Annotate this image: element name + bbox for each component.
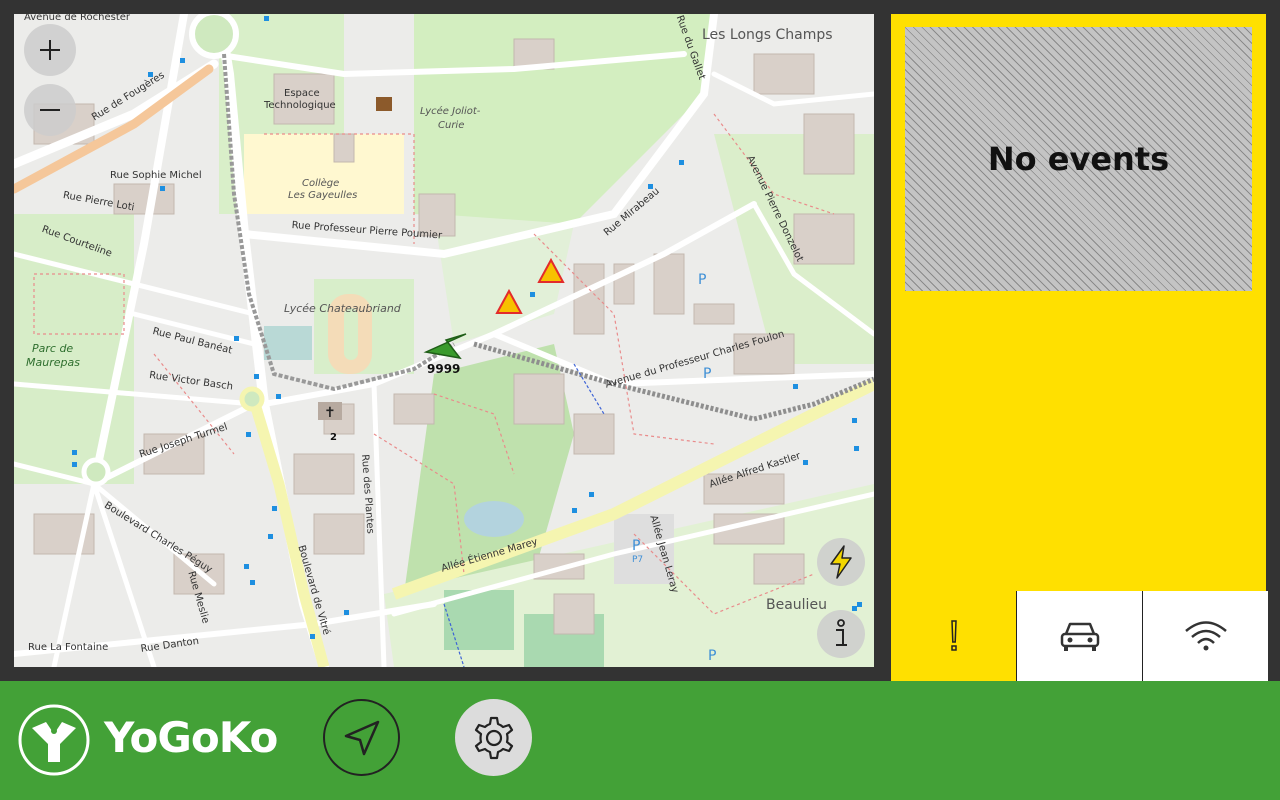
svg-text:P: P [703, 366, 711, 382]
info-button[interactable] [817, 610, 865, 658]
alert-button[interactable] [891, 591, 1016, 681]
navigation-button[interactable] [323, 699, 400, 776]
events-panel: No events [891, 14, 1266, 591]
bottom-bar: YoGoKo [0, 681, 1280, 800]
navigation-arrow-icon [344, 720, 379, 755]
svg-text:P: P [698, 272, 706, 288]
wifi-button[interactable] [1143, 591, 1268, 681]
svg-text:✝: ✝ [324, 405, 336, 421]
settings-button[interactable] [455, 699, 532, 776]
plus-icon [40, 40, 60, 60]
events-list: No events [905, 27, 1252, 291]
exclamation-icon [950, 620, 957, 651]
app-window: P P P P P7 ✝ Avenue de Rochester Rue de … [0, 0, 1280, 800]
map-view[interactable]: P P P P P7 ✝ Avenue de Rochester Rue de … [14, 14, 874, 667]
flash-button[interactable] [817, 538, 865, 586]
yogoko-logo-icon [18, 704, 90, 776]
lightning-icon [830, 545, 852, 579]
vehicle-id-label: 9999 [427, 362, 461, 376]
zoom-in-button[interactable] [24, 24, 76, 76]
minus-icon [40, 109, 60, 111]
parking-p7-label: P7 [632, 555, 643, 565]
info-icon [836, 619, 847, 646]
no-events-label: No events [987, 140, 1170, 178]
zoom-out-button[interactable] [24, 84, 76, 136]
map-tiles: P P P P P7 ✝ [14, 14, 874, 667]
car-icon [1060, 622, 1099, 651]
gear-icon [474, 716, 513, 759]
brand-name: YoGoKo [104, 713, 278, 762]
svg-text:P: P [708, 648, 716, 664]
wifi-icon [1184, 621, 1227, 651]
svg-text:P: P [632, 538, 640, 554]
vehicle-button[interactable] [1017, 591, 1142, 681]
